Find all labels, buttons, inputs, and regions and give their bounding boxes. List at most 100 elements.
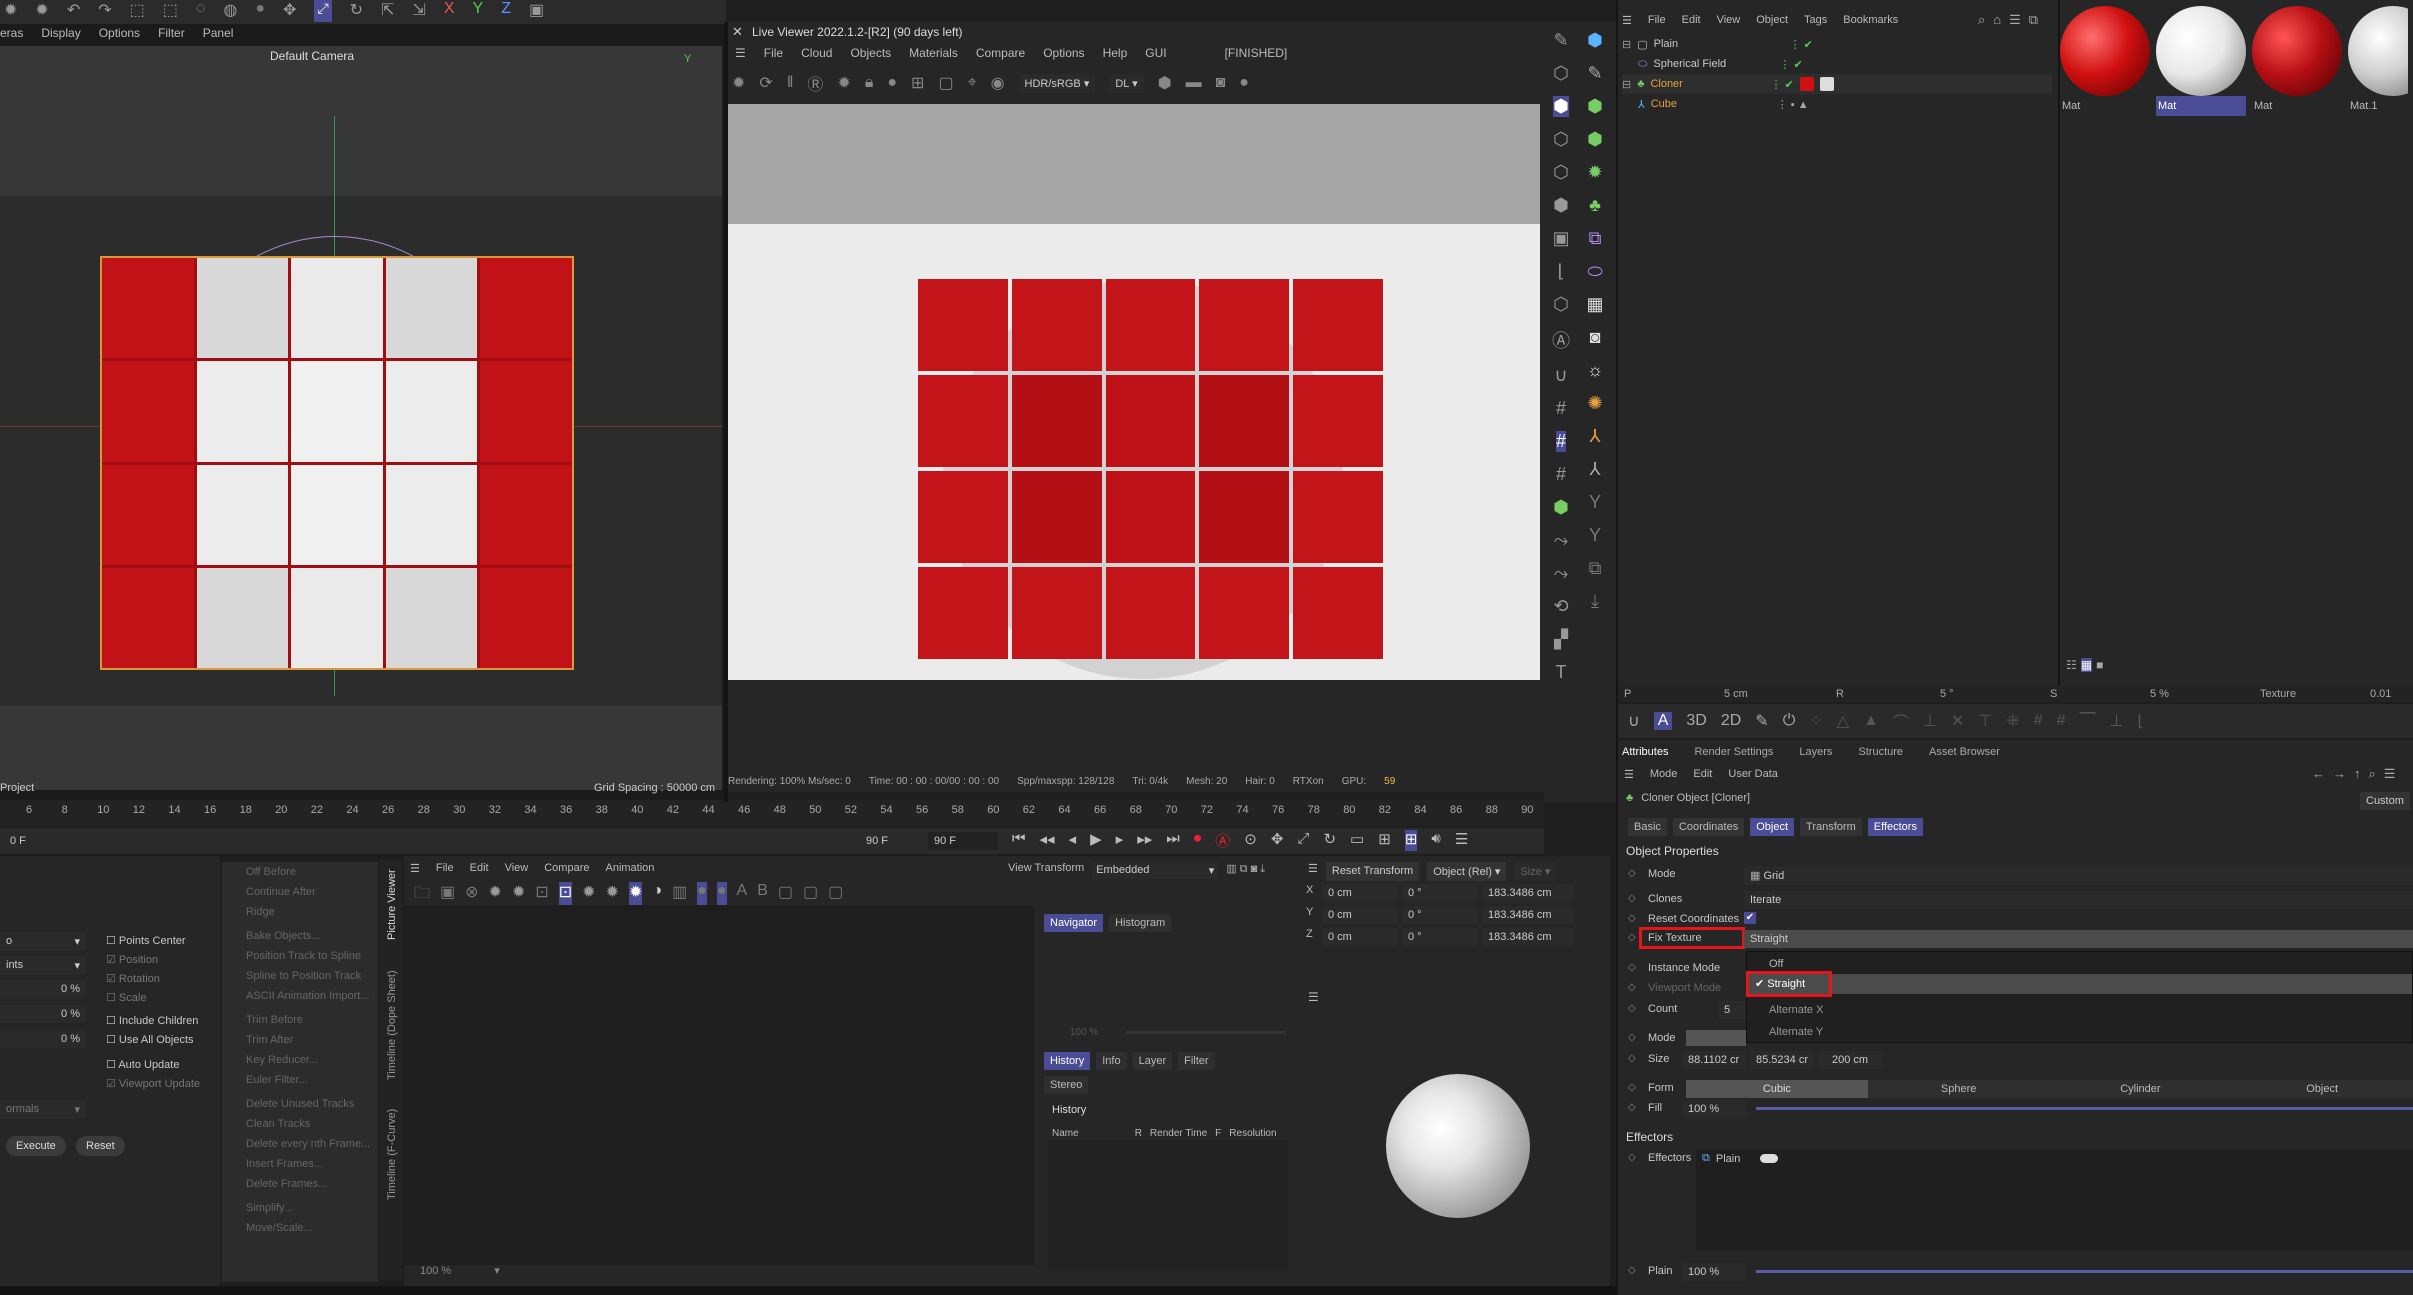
home-icon[interactable]: ⌂ [1993,12,2001,28]
y-axis-icon[interactable]: Y [473,0,484,22]
pause-icon[interactable]: ‖ [787,74,794,92]
lv-menu-item[interactable]: Help [1103,46,1128,60]
object-row[interactable]: ⬭ Spherical Field ⋮ ✔ [1622,54,2052,74]
diamond-icon[interactable]: ◇ [1628,1032,1636,1043]
points-center-checkbox[interactable]: ☐ Points Center [106,932,200,951]
list-view-icon[interactable]: ☷ [2066,658,2077,672]
play-icon[interactable]: ▶ [1090,830,1102,851]
x-axis-icon[interactable]: X [444,0,455,22]
tab-history[interactable]: History [1044,1052,1091,1070]
object-row[interactable]: ⅄ Cube ⋮ ▪ ▲ [1622,94,2052,114]
viewport-menu-item[interactable]: Filter [158,26,185,44]
diamond-icon[interactable]: ◇ [1628,982,1636,993]
tab-navigator[interactable]: Navigator [1044,914,1104,932]
lv-menu-item[interactable]: File [764,46,783,60]
diamond-icon[interactable]: ◇ [1628,962,1636,973]
layer-icon[interactable]: ⧉ [1589,558,1602,579]
points-mode-icon[interactable]: ⬡ [1553,129,1569,150]
diamond-icon[interactable]: ◇ [1628,1003,1636,1014]
pen-icon[interactable]: ✎ [1553,30,1568,51]
snap-corner-icon[interactable]: ⌊ [2137,711,2143,731]
key-point-icon[interactable]: ⊞ [1404,830,1418,851]
key-move-icon[interactable]: ✥ [1271,830,1284,851]
spline-icon[interactable]: ✎ [1587,63,1602,84]
lv-menu-item[interactable]: Cloud [801,46,832,60]
diamond-icon[interactable]: ◇ [1628,1102,1636,1113]
om-menu-item[interactable]: Tags [1804,14,1827,27]
om-hamburger-icon[interactable]: ☰ [1622,14,1632,27]
reset-coords-checkbox[interactable]: ✔ [1744,912,1756,924]
fill-slider[interactable] [1756,1107,2413,1110]
attr-menu-item[interactable]: Mode [1650,768,1678,781]
r-value[interactable]: 5 ° [1940,688,1954,700]
om-menu-item[interactable]: File [1648,14,1666,27]
auto-key-icon[interactable]: Ⓐ [1215,830,1230,851]
side-tab-f-curve[interactable]: Timeline (F-Curve) [386,1109,398,1200]
diamond-icon[interactable]: ◇ [1628,868,1636,879]
subtab-coordinates[interactable]: Coordinates [1672,818,1745,836]
diamond-icon[interactable]: ◇ [1628,1152,1636,1163]
effector-item[interactable]: ⧉ Plain [1702,1152,1779,1165]
scale-checkbox[interactable]: ☐ Scale [106,989,200,1008]
snap-grid-point-icon[interactable]: ⁜ [2006,711,2019,731]
om-menu-item[interactable]: Object [1756,14,1788,27]
viewport-menu-item[interactable]: eras [0,26,23,44]
key-param-icon[interactable]: ▭ [1350,830,1364,851]
viewport-menu-item[interactable]: Display [41,26,80,44]
material-swatch[interactable]: Mat [2060,6,2150,116]
object-row[interactable]: ⊟ ▢ Plain ⋮ ✔ [1622,34,2052,54]
pv-hamburger-icon[interactable]: ☰ [410,862,420,875]
tag-icon[interactable]: ✺ [1587,393,1602,414]
sound-icon[interactable]: 🔊︎ [1431,830,1440,851]
function-menu-item[interactable]: Delete Unused Tracks [222,1094,378,1114]
sphere-icon[interactable]: ● [887,74,897,92]
tab-asset-browser[interactable]: Asset Browser [1929,746,2000,758]
back-icon[interactable]: ← [2312,766,2325,782]
rot-x-field[interactable]: 0 ° [1402,884,1478,902]
pv-menu-item[interactable]: Edit [470,862,489,875]
rotate-icon[interactable]: ↻ [350,0,363,22]
function-menu-item[interactable]: Spline to Position Track [222,966,378,986]
dropdown-1[interactable]: o ▾ [0,932,86,951]
viewport-canvas[interactable]: Default Camera Y [0,46,722,790]
render-canvas[interactable] [728,104,1540,680]
frame-icon[interactable]: ▢ [938,73,953,93]
gear-icon[interactable]: ✹ [4,0,17,22]
snap-guide-icon[interactable]: ⊤ [1978,711,1992,731]
filter-icon[interactable]: ☰ [2009,12,2021,28]
prev-frame-icon[interactable]: ◂ [1069,830,1077,851]
auto-snap-icon[interactable]: A [1653,712,1673,730]
search-icon[interactable]: ⌕ [1978,12,1985,28]
pv-menu-item[interactable]: View [505,862,529,875]
magnet-snap-icon[interactable]: ∪ [1628,711,1640,731]
clones-select[interactable]: Iterate [1744,891,2413,909]
position-checkbox[interactable]: ☑ Position [106,951,200,970]
hamburger-icon[interactable]: ☰ [735,46,746,60]
diamond-icon[interactable]: ◇ [1628,932,1636,943]
fill-field[interactable]: 100 % [1682,1100,1746,1118]
material-swatch[interactable]: Mat.1 [2348,6,2408,116]
brush-icon[interactable]: ▞ [1554,629,1568,650]
window-icon[interactable]: ▬ [1186,74,1202,92]
current-frame-field[interactable]: 0 F [4,832,904,850]
function-menu-item[interactable]: Ridge [222,902,378,922]
pin-icon[interactable]: ⌖ [968,74,977,92]
attr-menu-item[interactable]: Edit [1693,768,1712,781]
viewport-menu-item[interactable]: Options [99,26,140,44]
dot-icon[interactable]: ● [1239,74,1249,92]
select-live-icon[interactable]: ⬚ [163,0,178,22]
tab-render-settings[interactable]: Render Settings [1694,746,1773,758]
snap-hline-icon[interactable]: ⎺ [2079,712,2095,730]
function-menu-item[interactable]: Key Reducer... [222,1050,378,1070]
model-mode-icon[interactable]: ⬢ [1553,96,1569,117]
key-icon[interactable]: ⊙ [1244,830,1257,851]
form-object[interactable]: Object [2231,1080,2413,1098]
plain-strength-field[interactable]: 100 % [1682,1263,1746,1281]
wrench-icon[interactable]: ✎ [1755,711,1768,731]
function-menu-item[interactable]: Move/Scale... [222,1218,378,1238]
size-y-field[interactable]: 85.5234 cr [1750,1051,1814,1069]
viewport-update-checkbox[interactable]: ☑ Viewport Update [106,1075,200,1094]
z-axis-icon[interactable]: Z [501,0,511,22]
end-frame-field[interactable]: 90 F [860,832,920,850]
polygons-mode-icon[interactable]: ⬢ [1553,195,1569,216]
